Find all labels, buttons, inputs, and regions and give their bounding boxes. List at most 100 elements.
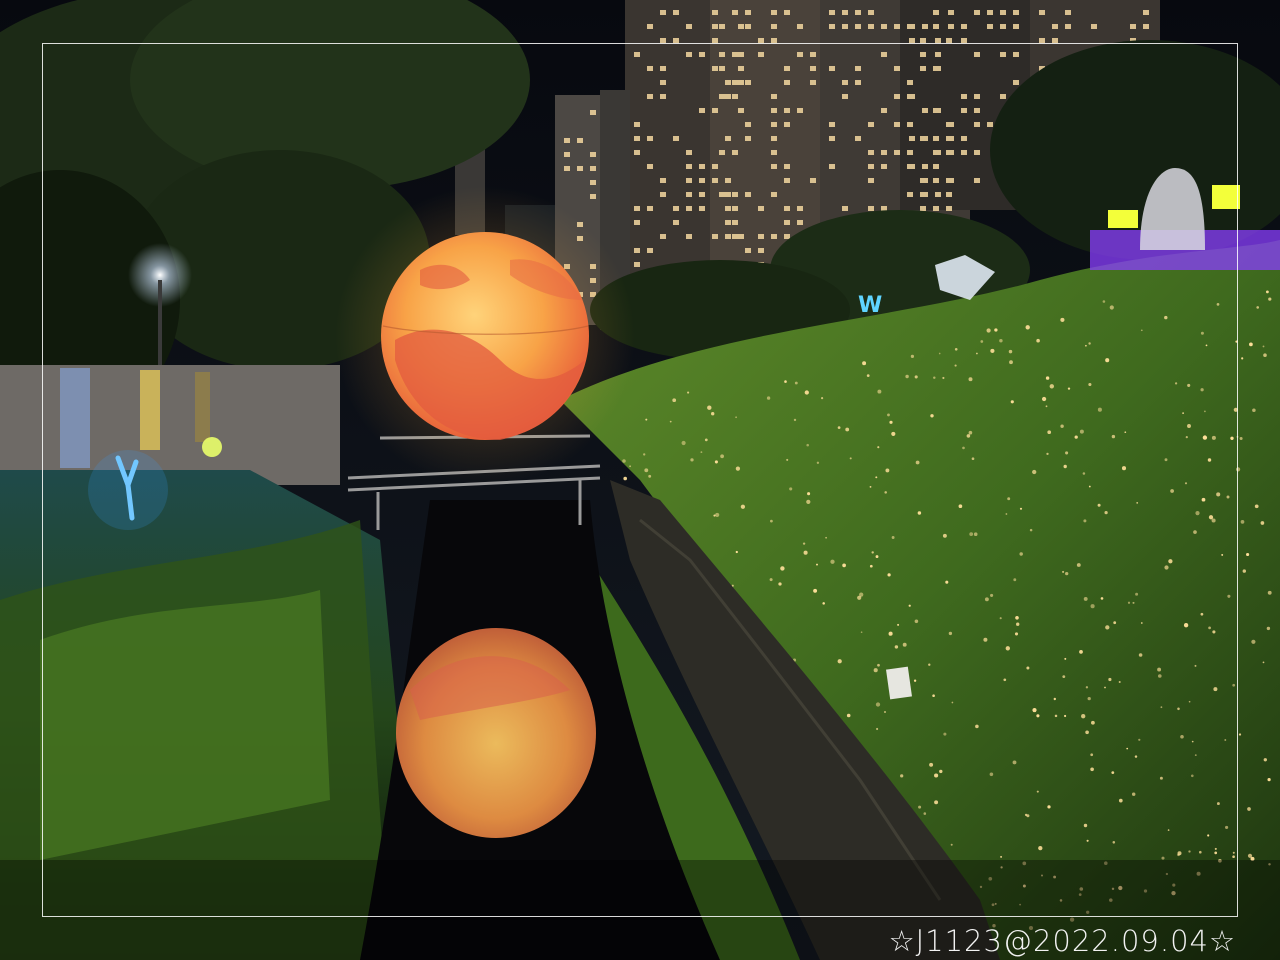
building-window <box>974 178 980 183</box>
fairy-light <box>1097 503 1101 507</box>
building-window <box>855 66 861 71</box>
building-window <box>719 192 725 197</box>
building-window <box>842 10 848 15</box>
building-window <box>1039 10 1045 15</box>
fairy-light <box>1000 855 1003 858</box>
building-window <box>946 192 952 197</box>
fairy-light <box>825 536 827 539</box>
fairy-light <box>622 459 626 463</box>
fairy-light <box>784 380 787 383</box>
fairy-light <box>954 364 957 367</box>
building-window <box>1143 24 1149 29</box>
building-window <box>829 136 835 141</box>
building-window <box>784 66 790 71</box>
fairy-light <box>1005 513 1008 515</box>
fairy-light <box>849 457 852 460</box>
building-window <box>907 122 913 127</box>
fairy-light <box>1085 344 1087 347</box>
fairy-light <box>1046 452 1049 456</box>
building-window <box>797 52 803 57</box>
fairy-light <box>1038 845 1043 851</box>
fairy-light <box>1263 353 1267 357</box>
building-window <box>712 108 718 113</box>
fairy-light <box>975 724 979 729</box>
building-window <box>961 24 967 29</box>
fairy-light <box>1177 851 1182 856</box>
fairy-light <box>999 617 1002 620</box>
building-window <box>909 164 915 169</box>
fairy-light <box>629 465 631 468</box>
fairy-light <box>1232 683 1236 687</box>
building-window <box>1039 38 1045 43</box>
fairy-light <box>1191 740 1194 743</box>
building-window <box>725 192 731 197</box>
building-window <box>673 136 679 141</box>
building-window <box>660 178 666 183</box>
fairy-light <box>1211 435 1216 440</box>
building-window <box>868 150 874 155</box>
building-window <box>758 206 764 211</box>
fairy-light <box>1047 430 1052 435</box>
fairy-light <box>1233 407 1238 412</box>
building-window <box>1013 24 1019 29</box>
fairy-light <box>1266 626 1271 631</box>
building-window <box>590 194 596 199</box>
fairy-light <box>1188 700 1191 703</box>
building-window <box>961 94 967 99</box>
fairy-light <box>1214 847 1217 850</box>
fairy-light <box>891 431 896 436</box>
building-window <box>894 122 900 127</box>
fairy-light <box>1062 570 1065 573</box>
fairy-light <box>951 701 954 704</box>
fairy-light <box>735 550 738 554</box>
fairy-light <box>1047 805 1051 809</box>
building-window <box>647 94 653 99</box>
building-window <box>660 192 666 197</box>
building-window <box>948 24 954 29</box>
fairy-light <box>1247 807 1251 811</box>
building-window <box>961 136 967 141</box>
fairy-light <box>962 446 965 450</box>
building-window <box>771 150 777 155</box>
fairy-light <box>1097 407 1102 412</box>
fairy-light <box>1213 687 1218 692</box>
building-window <box>920 66 926 71</box>
building-window <box>634 248 640 253</box>
fairy-light <box>1085 686 1089 689</box>
building-window <box>881 108 887 113</box>
building-window <box>829 122 835 127</box>
fairy-light <box>1174 382 1178 385</box>
building-window <box>881 164 887 169</box>
svg-text:W: W <box>858 293 882 318</box>
fairy-light <box>943 732 947 736</box>
fairy-light <box>1211 518 1216 523</box>
building-window <box>647 164 653 169</box>
building-window <box>922 192 928 197</box>
building-window <box>784 220 790 225</box>
fairy-light <box>1036 790 1039 793</box>
fairy-light <box>875 555 879 559</box>
building-window <box>974 10 980 15</box>
fairy-light <box>1054 714 1058 718</box>
building-window <box>920 38 926 43</box>
building-window <box>745 24 751 29</box>
fairy-light <box>1090 604 1095 609</box>
fairy-light <box>877 663 880 667</box>
building-window <box>712 66 718 71</box>
building-window <box>738 234 744 239</box>
fairy-light <box>910 354 915 359</box>
fairy-light <box>1074 435 1078 439</box>
fairy-light <box>954 347 958 351</box>
fence-left <box>0 365 340 485</box>
fairy-light <box>1062 675 1066 679</box>
fairy-light <box>1019 552 1023 556</box>
fairy-light <box>999 338 1003 343</box>
building-window <box>829 66 835 71</box>
night-photo: W <box>0 0 1280 960</box>
building-window <box>784 178 790 183</box>
building-window <box>842 80 848 85</box>
building-window <box>974 150 980 155</box>
fairy-light <box>672 398 677 403</box>
fairy-light <box>968 377 973 382</box>
building-window <box>738 80 744 85</box>
